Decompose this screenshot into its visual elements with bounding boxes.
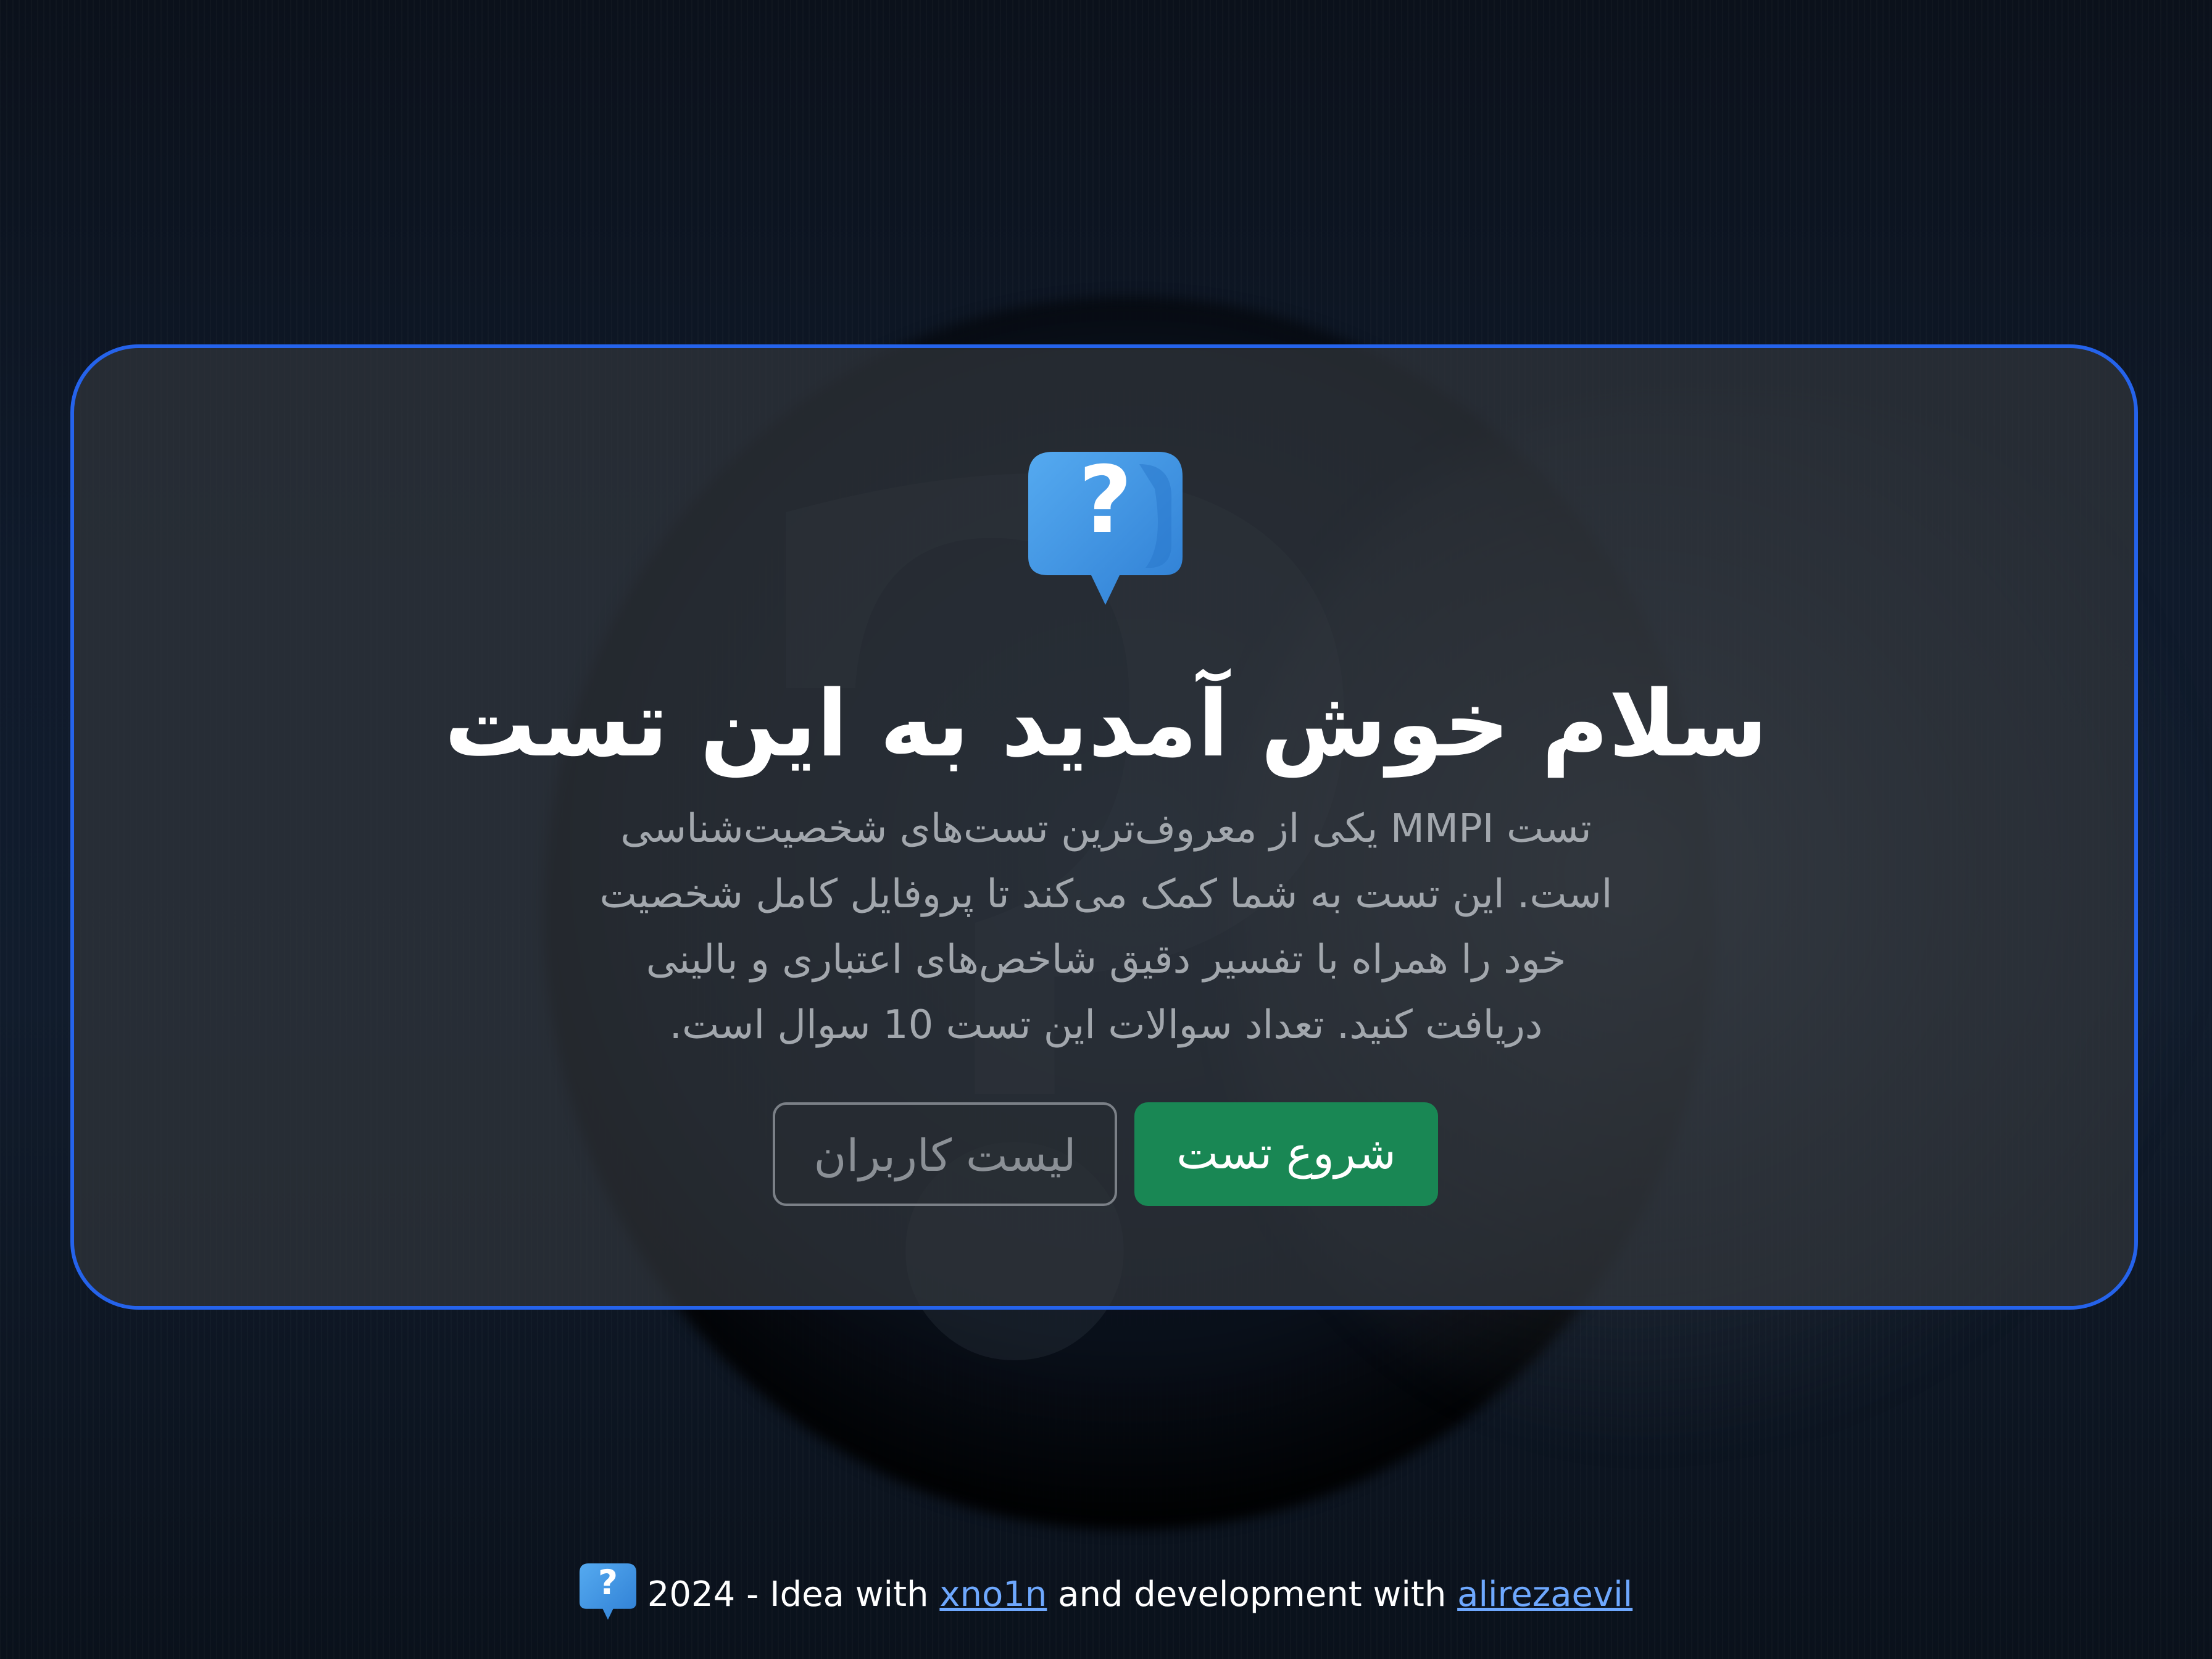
- question-bubble-icon: ?: [1028, 447, 1183, 612]
- page-title: سلام خوش آمدید به این تست: [444, 671, 1768, 777]
- svg-text:?: ?: [598, 1563, 618, 1603]
- svg-text:?: ?: [1078, 452, 1132, 554]
- footer-link-xno1n[interactable]: xno1n: [939, 1574, 1047, 1615]
- footer-prefix: 2024 - Idea with: [647, 1574, 940, 1615]
- start-test-button[interactable]: شروع تست: [1134, 1102, 1438, 1206]
- users-list-button[interactable]: لیست کاربران: [773, 1102, 1117, 1206]
- footer-middle: and development with: [1047, 1574, 1458, 1615]
- footer: ? 2024 - Idea with xno1n and development…: [0, 1563, 2212, 1624]
- footer-link-alirezaevil[interactable]: alirezaevil: [1457, 1574, 1632, 1615]
- test-description: تست MMPI یکی از معروف‌ترین تست‌های شخصیت…: [599, 806, 1613, 1048]
- question-bubble-icon: ?: [579, 1563, 636, 1623]
